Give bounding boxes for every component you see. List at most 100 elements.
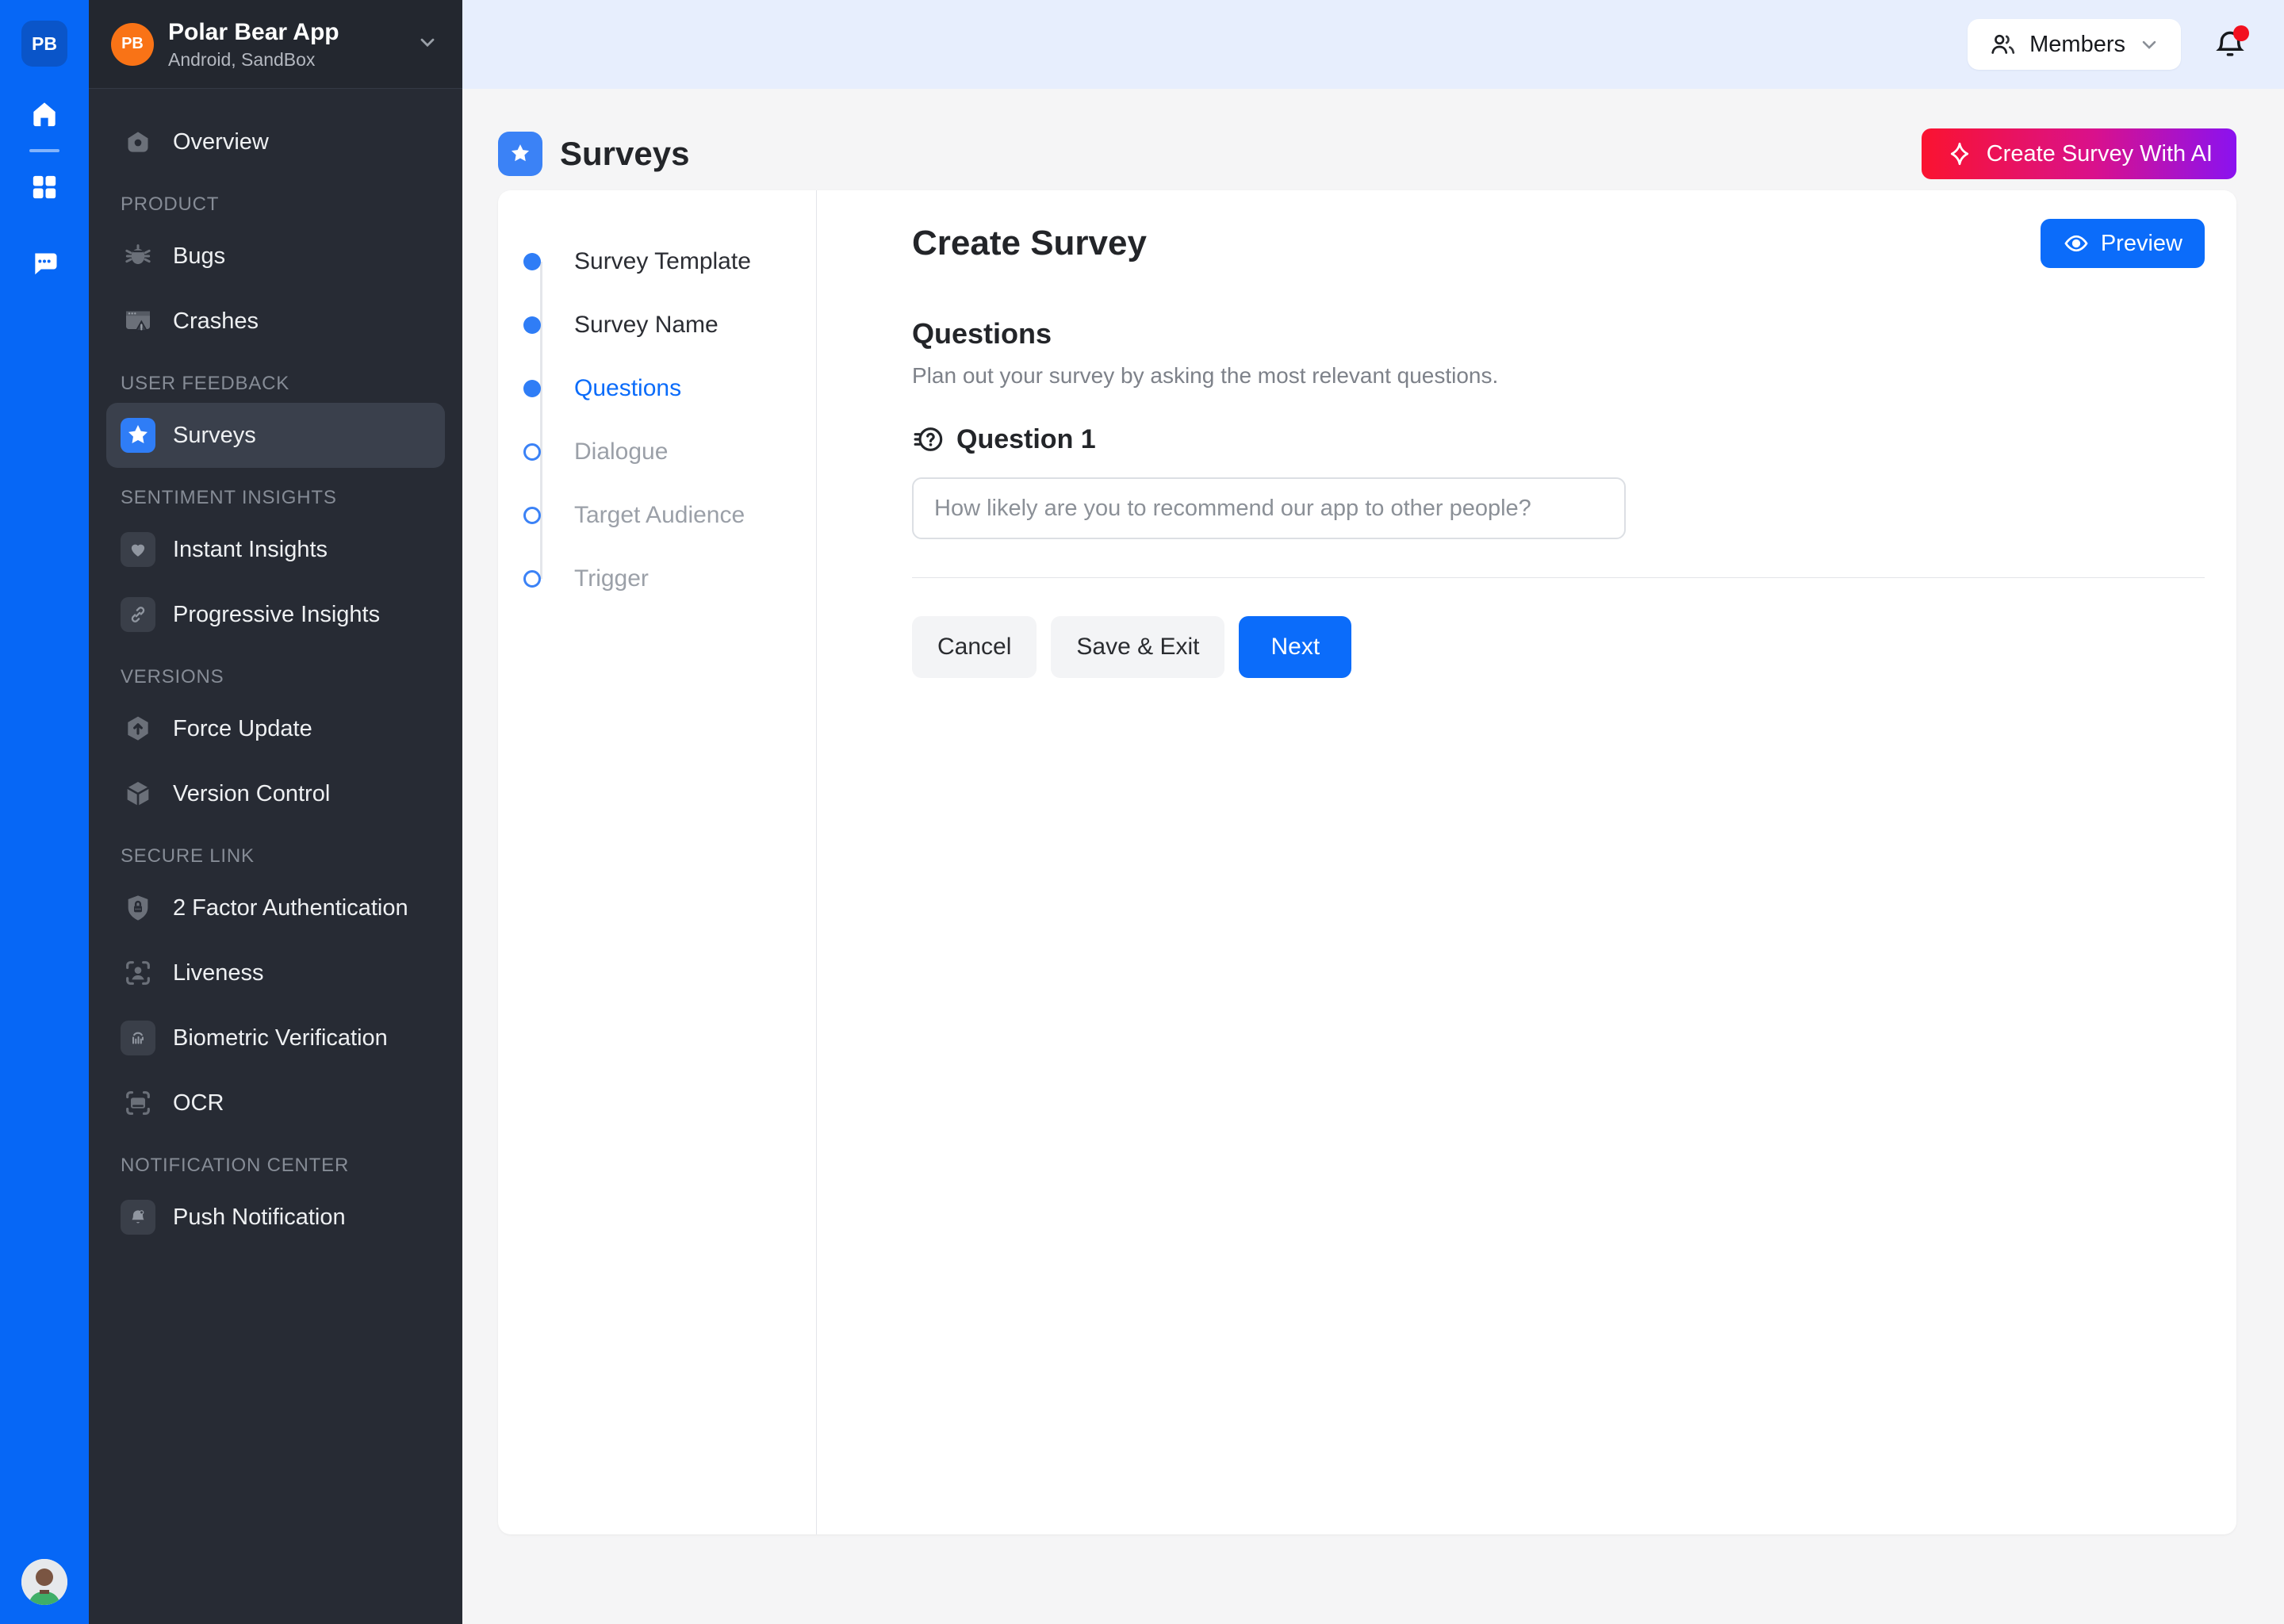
step-dot xyxy=(523,443,541,461)
chevron-down-icon xyxy=(2138,33,2160,56)
link-icon xyxy=(121,597,155,632)
sidebar-item-bugs[interactable]: Bugs xyxy=(106,224,445,289)
chevron-down-icon xyxy=(416,31,439,57)
crash-icon xyxy=(121,304,155,339)
workspace-name: Polar Bear App xyxy=(168,18,416,47)
sidebar-item-ocr[interactable]: OCR xyxy=(106,1071,445,1136)
wizard-form: Create Survey Preview Questions Plan out… xyxy=(817,190,2236,1534)
sidebar-item-label: Biometric Verification xyxy=(173,1025,388,1051)
chat-icon[interactable] xyxy=(27,246,62,281)
sidebar-item-label: Progressive Insights xyxy=(173,602,380,628)
fingerprint-icon xyxy=(121,1021,155,1055)
apps-grid-icon[interactable] xyxy=(27,170,62,205)
sidebar: PB Polar Bear App Android, SandBox Overv… xyxy=(89,0,462,1624)
preview-label: Preview xyxy=(2101,231,2182,257)
hexagon-up-arrow-icon xyxy=(121,711,155,746)
page-content: Surveys Create Survey With AI Survey Tem… xyxy=(462,89,2284,1624)
sidebar-item-liveness[interactable]: Liveness xyxy=(106,940,445,1005)
notifications-bell[interactable] xyxy=(2213,27,2248,62)
sidebar-item-label: Instant Insights xyxy=(173,537,328,563)
sidebar-item-surveys[interactable]: Surveys xyxy=(106,403,445,468)
sidebar-section-notification-center: NOTIFICATION CENTER xyxy=(89,1136,462,1185)
step-target-audience[interactable]: Target Audience xyxy=(498,484,816,547)
sidebar-item-label: Liveness xyxy=(173,960,263,986)
step-questions[interactable]: Questions xyxy=(498,357,816,420)
sidebar-item-label: OCR xyxy=(173,1090,224,1116)
sidebar-section-product: PRODUCT xyxy=(89,174,462,224)
form-divider xyxy=(912,577,2205,578)
surveys-star-icon xyxy=(498,132,542,176)
cube-icon xyxy=(121,776,155,811)
step-dot xyxy=(523,507,541,524)
sidebar-item-2fa[interactable]: 2 Factor Authentication xyxy=(106,875,445,940)
app-logo[interactable]: PB xyxy=(21,21,67,67)
step-trigger[interactable]: Trigger xyxy=(498,547,816,611)
step-dot xyxy=(523,316,541,334)
page-title: Surveys xyxy=(560,135,689,173)
sidebar-item-push-notification[interactable]: Push Notification xyxy=(106,1185,445,1250)
sidebar-item-label: Crashes xyxy=(173,308,259,335)
create-survey-card: Survey Template Survey Name Questions Di… xyxy=(498,190,2236,1534)
sidebar-item-label: Push Notification xyxy=(173,1205,346,1231)
sidebar-section-versions: VERSIONS xyxy=(89,647,462,696)
question-1-label: Question 1 xyxy=(956,424,1096,455)
wizard-actions: Cancel Save & Exit Next xyxy=(912,616,2205,678)
shield-lock-icon xyxy=(121,891,155,925)
questions-heading: Questions xyxy=(912,317,2205,350)
step-dot xyxy=(523,380,541,397)
sidebar-section-user-feedback: USER FEEDBACK xyxy=(89,354,462,403)
step-dot xyxy=(523,570,541,588)
sidebar-item-force-update[interactable]: Force Update xyxy=(106,696,445,761)
save-exit-button[interactable]: Save & Exit xyxy=(1051,616,1224,678)
face-scan-icon xyxy=(121,956,155,990)
members-button[interactable]: Members xyxy=(1968,19,2181,70)
sidebar-item-label: Force Update xyxy=(173,716,312,742)
unread-dot xyxy=(2233,25,2249,41)
bug-icon xyxy=(121,239,155,274)
wizard-title: Create Survey xyxy=(912,224,1147,263)
home-icon[interactable] xyxy=(27,97,62,132)
sidebar-item-label: Overview xyxy=(173,129,269,155)
question-icon xyxy=(912,423,944,455)
sidebar-item-biometric-verification[interactable]: Biometric Verification xyxy=(106,1005,445,1071)
star-icon xyxy=(121,418,155,453)
step-dialogue[interactable]: Dialogue xyxy=(498,420,816,484)
sidebar-item-progressive-insights[interactable]: Progressive Insights xyxy=(106,582,445,647)
main-area: Members Surveys Create Survey With AI xyxy=(462,0,2284,1624)
bell-icon xyxy=(121,1200,155,1235)
sidebar-item-instant-insights[interactable]: Instant Insights xyxy=(106,517,445,582)
topbar: Members xyxy=(462,0,2284,89)
create-survey-with-ai-button[interactable]: Create Survey With AI xyxy=(1922,128,2236,179)
sidebar-item-label: 2 Factor Authentication xyxy=(173,895,408,921)
eye-icon xyxy=(2063,230,2090,257)
sidebar-item-crashes[interactable]: Crashes xyxy=(106,289,445,354)
step-survey-template[interactable]: Survey Template xyxy=(498,230,816,293)
user-avatar[interactable] xyxy=(21,1559,67,1605)
rail-divider xyxy=(29,149,59,152)
wizard-stepper: Survey Template Survey Name Questions Di… xyxy=(498,190,817,1534)
create-survey-with-ai-label: Create Survey With AI xyxy=(1987,141,2213,167)
sidebar-item-version-control[interactable]: Version Control xyxy=(106,761,445,826)
overview-icon xyxy=(121,124,155,159)
sidebar-item-overview[interactable]: Overview xyxy=(106,109,445,174)
questions-description: Plan out your survey by asking the most … xyxy=(912,363,2205,389)
page-header: Surveys Create Survey With AI xyxy=(498,117,2236,190)
workspace-switcher[interactable]: PB Polar Bear App Android, SandBox xyxy=(89,0,462,89)
card-scan-icon xyxy=(121,1086,155,1120)
sidebar-section-secure-link: SECURE LINK xyxy=(89,826,462,875)
sidebar-item-label: Version Control xyxy=(173,781,330,807)
sidebar-section-sentiment-insights: SENTIMENT INSIGHTS xyxy=(89,468,462,517)
cancel-button[interactable]: Cancel xyxy=(912,616,1037,678)
app-rail: PB xyxy=(0,0,89,1624)
step-survey-name[interactable]: Survey Name xyxy=(498,293,816,357)
next-button[interactable]: Next xyxy=(1239,616,1351,678)
heart-icon xyxy=(121,532,155,567)
question-text-input[interactable] xyxy=(912,477,1626,539)
sidebar-item-label: Bugs xyxy=(173,243,225,270)
workspace-subtitle: Android, SandBox xyxy=(168,49,416,71)
sidebar-item-label: Surveys xyxy=(173,423,256,449)
sidebar-nav: Overview PRODUCT Bugs Crashes USER FEEDB… xyxy=(89,89,462,1250)
workspace-avatar: PB xyxy=(111,23,154,66)
sparkle-icon xyxy=(1945,140,1974,168)
preview-button[interactable]: Preview xyxy=(2041,219,2205,268)
